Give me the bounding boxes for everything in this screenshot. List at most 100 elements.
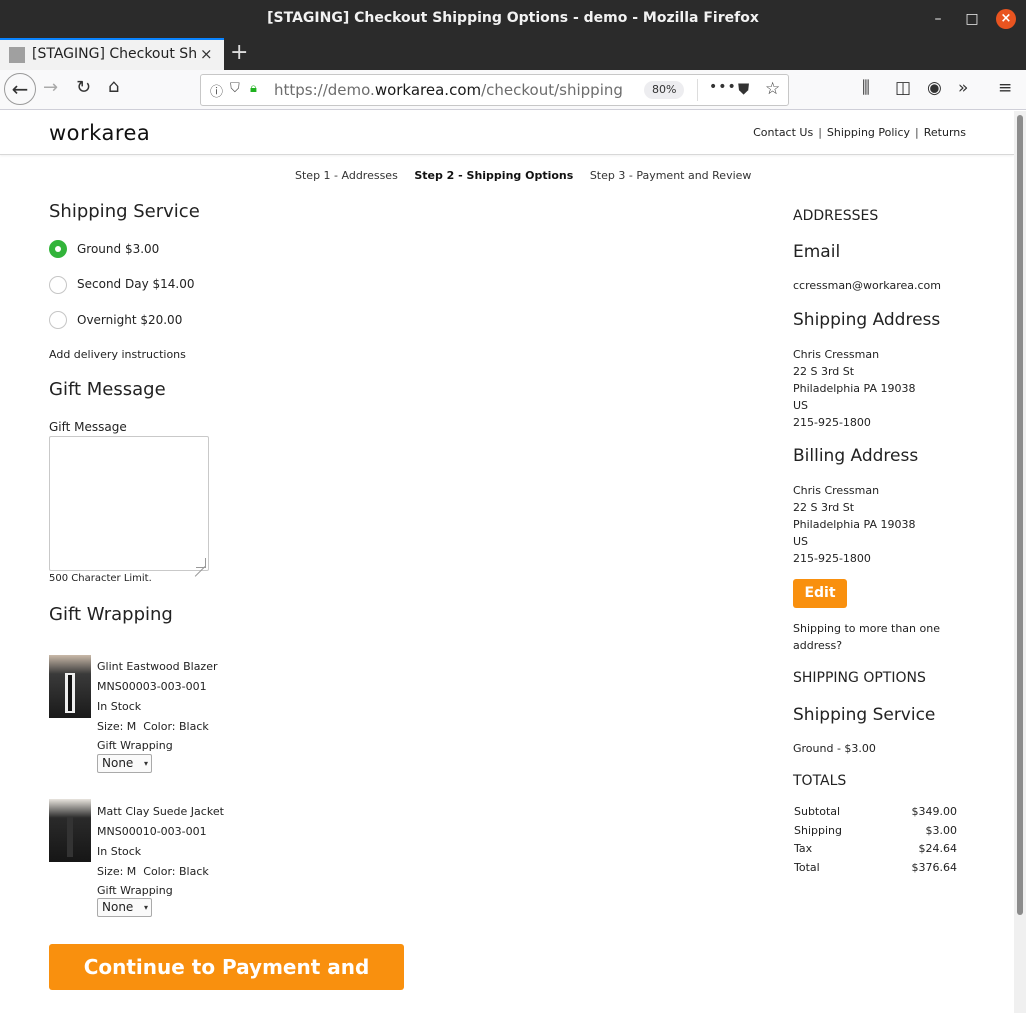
product-attributes: Size: M Color: Black bbox=[97, 720, 209, 733]
product-name[interactable]: Matt Clay Suede Jacket bbox=[97, 805, 224, 818]
continue-to-payment-button[interactable]: Continue to Payment and Review bbox=[49, 944, 404, 1013]
shield-icon[interactable]: ⛉ bbox=[230, 81, 240, 96]
totals-row: Subtotal $349.00 bbox=[793, 805, 957, 824]
totals-heading: TOTALS bbox=[793, 773, 847, 789]
totals-value: $349.00 bbox=[911, 805, 958, 818]
totals-label: Total bbox=[794, 860, 820, 874]
close-window-icon[interactable]: × bbox=[996, 9, 1016, 29]
totals-row: Total $376.64 bbox=[793, 861, 957, 880]
gift-wrapping-select[interactable]: None ▾ bbox=[97, 754, 152, 773]
product-stock: In Stock bbox=[97, 845, 142, 858]
product-name[interactable]: Glint Eastwood Blazer bbox=[97, 660, 218, 673]
totals-table: Subtotal $349.00 Shipping $3.00 Tax $24.64 … bbox=[793, 805, 957, 879]
radio-second-day-label[interactable]: Second Day $14.00 bbox=[77, 277, 194, 291]
new-tab-icon[interactable]: + bbox=[230, 40, 248, 65]
shipping-policy-link[interactable]: Shipping Policy bbox=[827, 126, 910, 139]
add-delivery-instructions-link[interactable]: Add delivery instructions bbox=[49, 348, 186, 361]
radio-overnight[interactable] bbox=[49, 311, 67, 329]
radio-overnight-label[interactable]: Overnight $20.00 bbox=[77, 313, 182, 327]
gift-wrapping-select[interactable]: None ▾ bbox=[97, 898, 152, 917]
url-bar[interactable]: ⓘ ⛉ 🔒︎ https://demo.workarea.com/checkou… bbox=[200, 74, 789, 106]
totals-label: Tax bbox=[794, 842, 813, 855]
window-title: [STAGING] Checkout Shipping Options - de… bbox=[267, 10, 759, 26]
home-icon[interactable]: ⌂ bbox=[108, 76, 119, 97]
multi-ship-link[interactable]: Shipping to more than one address? bbox=[793, 620, 953, 654]
back-icon[interactable]: ← bbox=[4, 73, 36, 105]
bookmark-star-icon[interactable]: ☆ bbox=[765, 79, 780, 99]
url-text[interactable]: https://demo.workarea.com/checkout/shipp… bbox=[274, 81, 623, 99]
character-limit-note: 500 Character Limit. bbox=[49, 573, 152, 584]
totals-label: Shipping bbox=[794, 823, 842, 837]
address-line: Philadelphia PA 19038 bbox=[793, 518, 916, 531]
hamburger-menu-icon[interactable]: ≡ bbox=[998, 78, 1012, 98]
returns-link[interactable]: Returns bbox=[924, 126, 966, 139]
edit-addresses-button[interactable]: Edit bbox=[793, 579, 847, 608]
url-bar-divider bbox=[697, 79, 698, 101]
totals-row: Shipping $3.00 bbox=[793, 824, 957, 843]
address-line: Chris Cressman bbox=[793, 348, 880, 361]
gift-wrapping-label: Gift Wrapping bbox=[97, 884, 173, 897]
page-actions-icon[interactable]: ••• bbox=[709, 79, 737, 95]
tab-title: [STAGING] Checkout Shipping Options - de… bbox=[32, 46, 197, 62]
address-line: 22 S 3rd St bbox=[793, 501, 855, 514]
navigation-toolbar: ← → ↻ ⌂ ⓘ ⛉ 🔒︎ https://demo.workarea.com… bbox=[0, 70, 1026, 110]
address-line: Philadelphia PA 19038 bbox=[793, 382, 916, 395]
step-addresses-link[interactable]: Step 1 - Addresses bbox=[295, 169, 398, 182]
summary-shipping-service-heading: Shipping Service bbox=[793, 705, 936, 725]
shipping-address-heading: Shipping Address bbox=[793, 310, 941, 330]
window-titlebar: [STAGING] Checkout Shipping Options - de… bbox=[0, 0, 1026, 38]
contact-us-link[interactable]: Contact Us bbox=[753, 126, 813, 139]
site-logo[interactable]: workarea bbox=[49, 121, 150, 145]
totals-value: $376.64 bbox=[911, 860, 958, 874]
shipping-address-block: Chris Cressman 22 S 3rd St Philadelphia … bbox=[793, 346, 915, 431]
info-icon[interactable]: ⓘ bbox=[210, 81, 223, 100]
email-value: ccressman@workarea.com bbox=[793, 279, 941, 292]
chevron-down-icon: ▾ bbox=[143, 759, 148, 768]
totals-label: Subtotal bbox=[794, 805, 841, 818]
forward-icon[interactable]: → bbox=[43, 77, 58, 98]
chevron-down-icon: ▾ bbox=[143, 903, 148, 912]
product-stock: In Stock bbox=[97, 700, 142, 713]
address-line: 22 S 3rd St bbox=[793, 365, 855, 378]
gift-message-label: Gift Message bbox=[49, 420, 127, 434]
address-line: Chris Cressman bbox=[793, 484, 880, 497]
step-shipping-options: Step 2 - Shipping Options bbox=[414, 169, 574, 182]
overflow-menu-icon[interactable]: » bbox=[958, 78, 968, 98]
close-tab-icon[interactable]: × bbox=[200, 45, 213, 63]
pocket-icon[interactable]: ⛊ bbox=[738, 80, 749, 98]
gift-wrapping-heading: Gift Wrapping bbox=[49, 604, 173, 625]
browser-tab[interactable]: [STAGING] Checkout Shipping Options - de… bbox=[0, 38, 224, 70]
billing-address-block: Chris Cressman 22 S 3rd St Philadelphia … bbox=[793, 482, 915, 567]
minimize-icon[interactable]: – bbox=[928, 9, 948, 29]
billing-address-heading: Billing Address bbox=[793, 446, 919, 466]
sidebar-icon[interactable]: ◫ bbox=[895, 78, 911, 98]
maximize-icon[interactable]: □ bbox=[962, 9, 982, 29]
tab-strip: [STAGING] Checkout Shipping Options - de… bbox=[0, 38, 1026, 70]
product-attributes: Size: M Color: Black bbox=[97, 865, 209, 878]
checkout-steps: Step 1 - Addresses Step 2 - Shipping Opt… bbox=[295, 169, 764, 182]
product-image-blazer[interactable] bbox=[49, 655, 91, 718]
zoom-indicator[interactable]: 80% bbox=[644, 81, 685, 99]
gift-message-heading: Gift Message bbox=[49, 379, 166, 400]
reload-icon[interactable]: ↻ bbox=[76, 77, 91, 98]
gift-message-textarea[interactable] bbox=[49, 436, 209, 571]
radio-ground[interactable] bbox=[49, 240, 67, 258]
scrollbar-thumb[interactable] bbox=[1017, 115, 1023, 915]
utility-nav: Contact Us | Shipping Policy | Returns bbox=[753, 126, 966, 139]
shipping-service-heading: Shipping Service bbox=[49, 201, 200, 222]
gift-wrapping-label: Gift Wrapping bbox=[97, 739, 173, 752]
library-icon[interactable]: ⫼ bbox=[862, 78, 870, 98]
addresses-heading: ADDRESSES bbox=[793, 208, 879, 224]
shipping-service-value: Ground - $3.00 bbox=[793, 742, 876, 755]
page-scrollbar[interactable] bbox=[1014, 111, 1026, 1013]
lock-icon[interactable]: 🔒︎ bbox=[250, 81, 257, 96]
account-icon[interactable]: ◉ bbox=[927, 78, 942, 98]
radio-second-day[interactable] bbox=[49, 276, 67, 294]
site-header: workarea Contact Us | Shipping Policy | Retu… bbox=[0, 111, 1014, 155]
product-sku: MNS00003-003-001 bbox=[97, 680, 207, 693]
address-line: US bbox=[793, 535, 809, 548]
totals-value: $3.00 bbox=[925, 823, 958, 837]
radio-ground-label[interactable]: Ground $3.00 bbox=[77, 242, 159, 256]
product-image-jacket[interactable] bbox=[49, 799, 91, 862]
resize-grip-icon[interactable] bbox=[196, 558, 206, 568]
